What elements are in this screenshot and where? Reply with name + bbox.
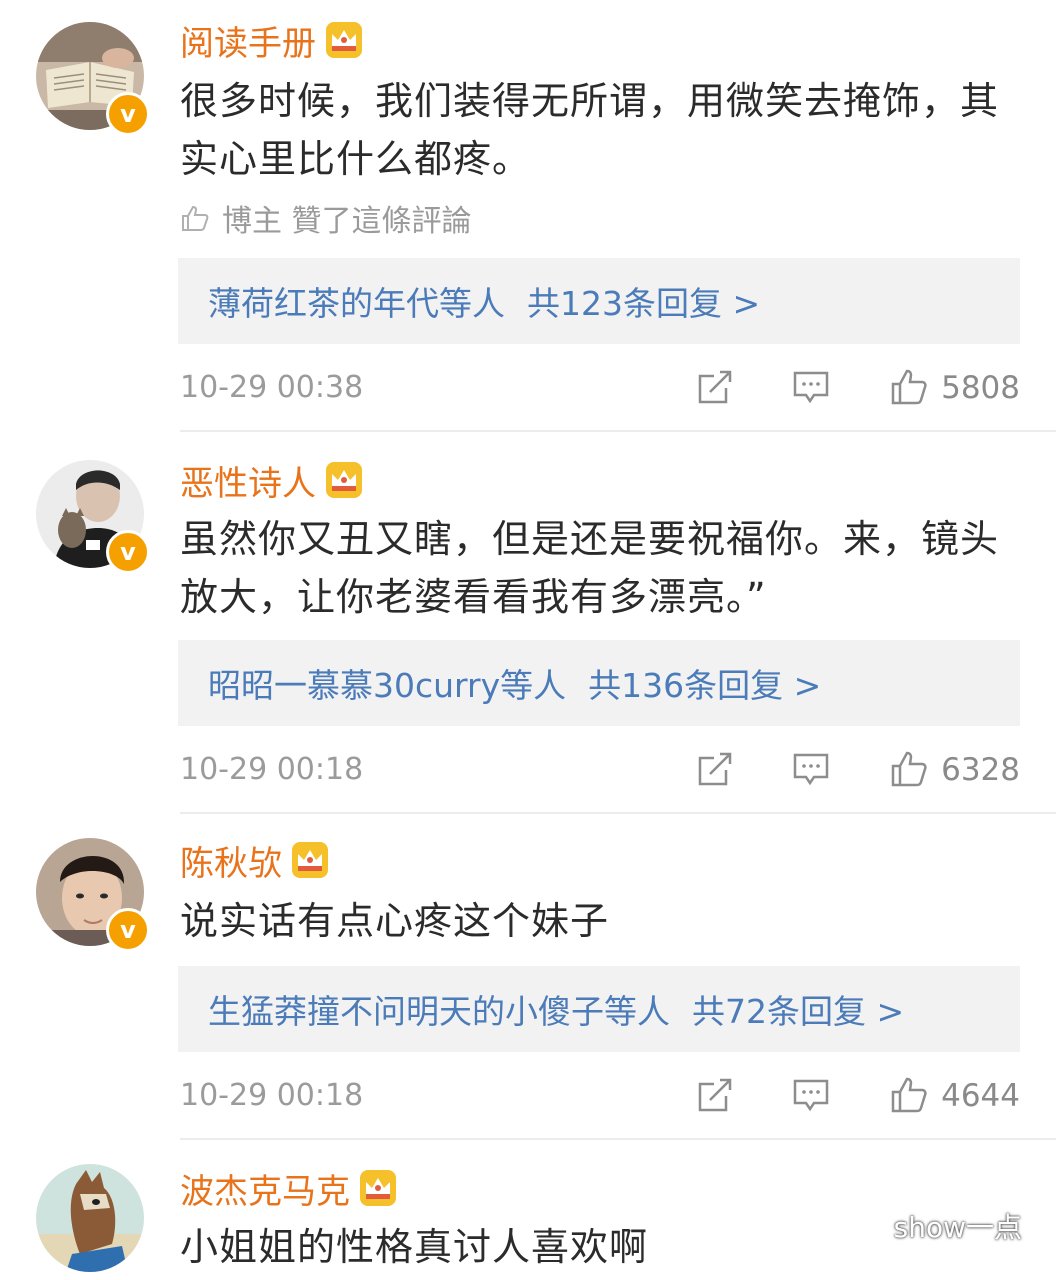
timestamp: 10-29 00:18 (180, 752, 364, 787)
username[interactable]: 波杰克马克 (180, 1166, 398, 1212)
username[interactable]: 恶性诗人 (180, 458, 364, 504)
reply-count-link[interactable]: 共136条回复 > (588, 659, 821, 707)
username[interactable]: 陈秋欤 (180, 838, 330, 884)
thumbs-up-icon[interactable] (890, 1076, 928, 1114)
verified-badge-icon: v (106, 92, 150, 136)
verified-badge-icon: v (106, 530, 150, 574)
thumbs-up-icon (182, 205, 209, 231)
reply-summary[interactable]: 生猛莽撞不问明天的小傻子等人 共72条回复 > (178, 966, 1020, 1052)
comment-meta: 10-29 00:18 4644 (180, 1074, 1020, 1118)
watermark: show一点 (846, 1206, 1022, 1246)
reply-count-link[interactable]: 共72条回复 > (692, 985, 904, 1033)
username-label: 阅读手册 (180, 23, 316, 64)
watermark-label: show一点 (893, 1211, 1022, 1244)
crown-icon (360, 1170, 396, 1206)
username-label: 恶性诗人 (180, 463, 316, 504)
username-label: 波杰克马克 (180, 1171, 350, 1212)
verified-badge-icon: v (106, 908, 150, 952)
username[interactable]: 阅读手册 (180, 18, 364, 64)
thumbs-up-icon[interactable] (890, 750, 928, 788)
wechat-logo-icon (846, 1210, 885, 1242)
timestamp: 10-29 00:38 (180, 370, 364, 405)
like-count: 6328 (941, 752, 1020, 788)
avatar[interactable]: v (36, 838, 150, 952)
crown-icon (292, 842, 328, 878)
reply-summary[interactable]: 薄荷红茶的年代等人 共123条回复 > (178, 258, 1020, 344)
avatar[interactable]: v (36, 22, 150, 136)
reply-users[interactable]: 薄荷红茶的年代等人 (208, 277, 505, 325)
divider (180, 1138, 1056, 1140)
comment-text: 很多时候，我们装得无所谓，用微笑去掩饰，其实心里比什么都疼。 (180, 79, 1000, 181)
avatar[interactable] (36, 1164, 144, 1272)
timestamp: 10-29 00:18 (180, 1078, 364, 1113)
like-count: 4644 (941, 1078, 1020, 1114)
divider (180, 812, 1056, 814)
username-label: 陈秋欤 (180, 843, 282, 884)
comment-icon[interactable] (792, 368, 830, 406)
comment-meta: 10-29 00:38 5808 (180, 366, 1020, 410)
reply-users[interactable]: 生猛莽撞不问明天的小傻子等人 (208, 985, 670, 1033)
reply-summary[interactable]: 昭昭一慕慕30curry等人 共136条回复 > (178, 640, 1020, 726)
reply-count-link[interactable]: 共123条回复 > (527, 277, 760, 325)
crown-icon (326, 462, 362, 498)
avatar-image (36, 1164, 144, 1272)
comment-text: 说实话有点心疼这个妹子 (180, 899, 610, 943)
thumbs-up-icon[interactable] (890, 368, 928, 406)
repost-icon[interactable] (696, 368, 734, 406)
author-liked-note: 博主 贊了這條評論 (180, 196, 472, 240)
comment-icon[interactable] (792, 750, 830, 788)
comment-meta: 10-29 00:18 6328 (180, 748, 1020, 792)
comment-icon[interactable] (792, 1076, 830, 1114)
repost-icon[interactable] (696, 750, 734, 788)
crown-icon (326, 22, 362, 58)
repost-icon[interactable] (696, 1076, 734, 1114)
reply-users[interactable]: 昭昭一慕慕30curry等人 (208, 659, 566, 707)
comment-text: 虽然你又丑又瞎，但是还是要祝福你。来，镜头放大，让你老婆看看我有多漂亮。” (180, 517, 1000, 619)
liked-by-label: 博主 贊了這條評論 (222, 204, 472, 239)
avatar[interactable]: v (36, 460, 150, 574)
divider (180, 430, 1056, 432)
like-count: 5808 (941, 370, 1020, 406)
